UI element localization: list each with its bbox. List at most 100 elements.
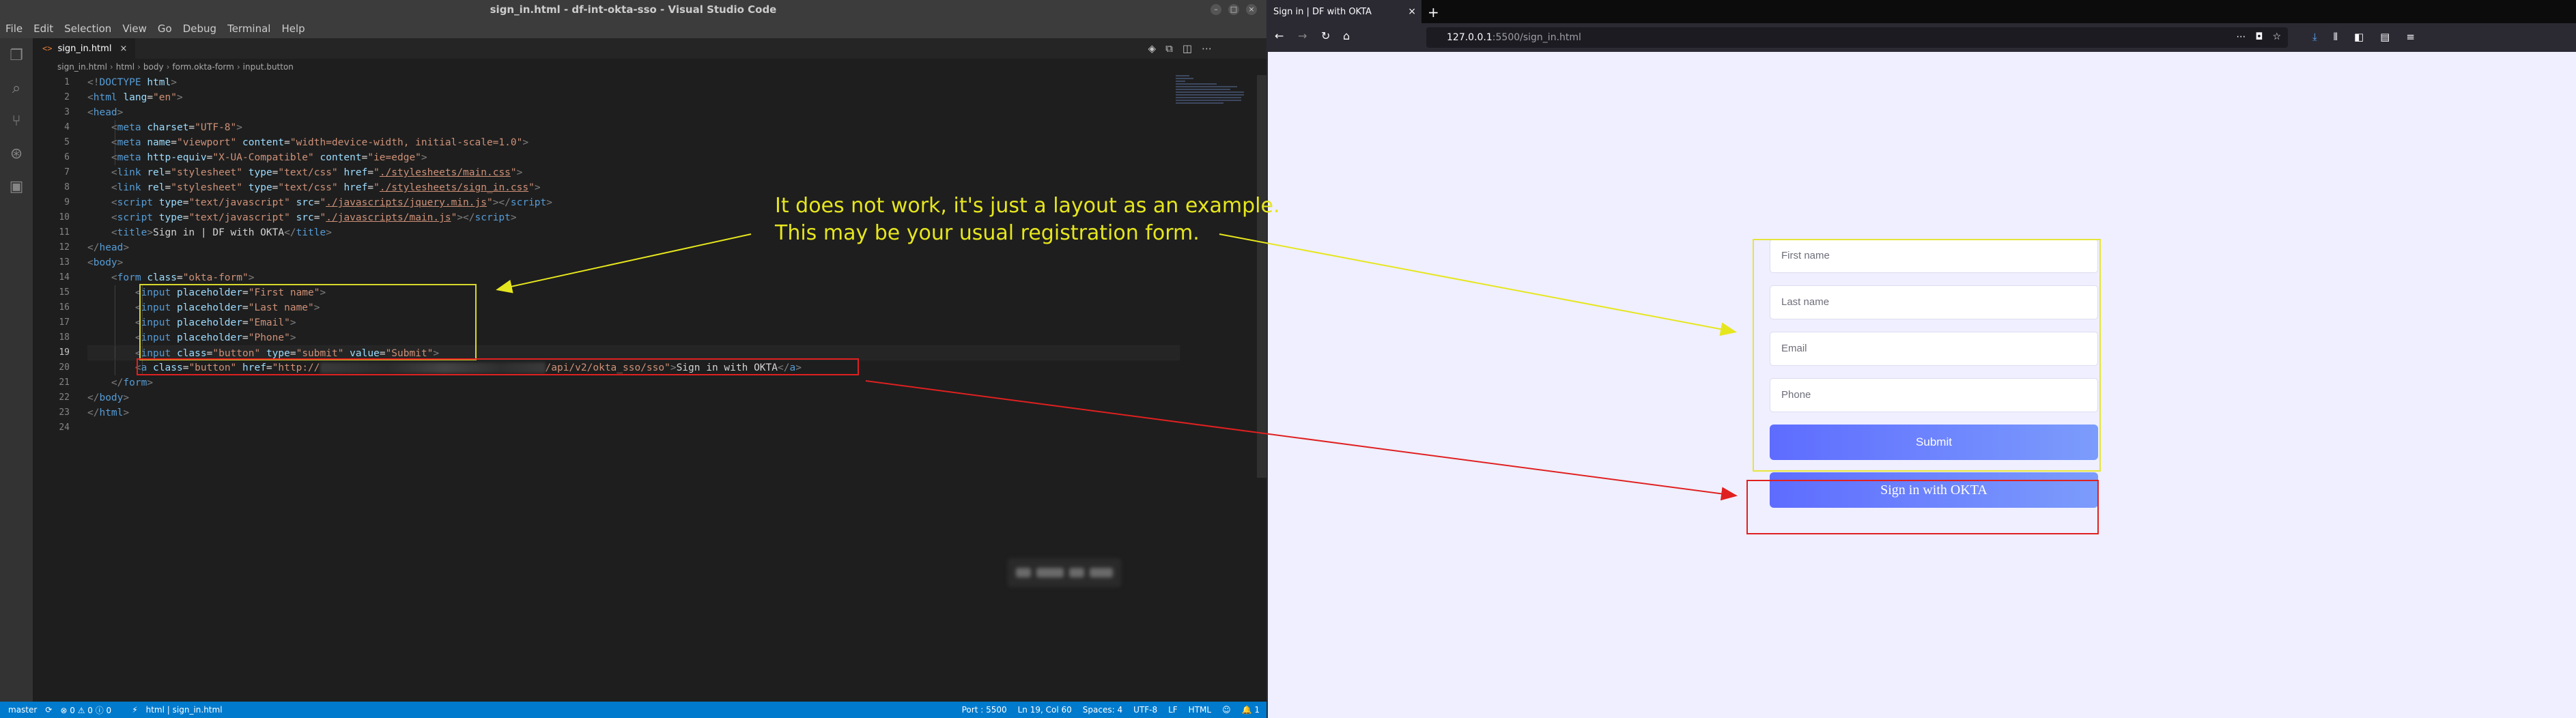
menu-go[interactable]: Go — [158, 23, 172, 35]
minimap-line — [1176, 97, 1241, 98]
code-line: <head> — [87, 107, 124, 118]
line-number: 23 — [59, 407, 70, 418]
breadcrumb-item[interactable]: sign_in.html — [57, 62, 107, 72]
minimap-line — [1176, 89, 1230, 90]
git-branch[interactable]: master — [8, 705, 37, 715]
minimap[interactable] — [1176, 75, 1254, 130]
line-number: 9 — [64, 197, 70, 207]
language-mode[interactable]: HTML — [1189, 705, 1211, 715]
code-line: <html lang="en"> — [87, 92, 183, 103]
menu-debug[interactable]: Debug — [183, 23, 216, 35]
breadcrumb-item[interactable]: form.okta-form — [172, 62, 233, 72]
new-tab-icon[interactable]: + — [1428, 4, 1439, 20]
search-icon[interactable]: ⌕ — [8, 81, 25, 97]
line-number: 5 — [64, 137, 70, 147]
line-number: 22 — [59, 392, 70, 403]
extensions-icon[interactable]: ▣ — [8, 179, 25, 195]
source-diff-icon[interactable]: ◈ — [1148, 42, 1157, 55]
sync-icon[interactable]: ⟳ — [45, 705, 52, 715]
blurred-notification — [1008, 558, 1121, 587]
activity-bar: ❐ ⌕ ⑂ ⊛ ▣ ⚙ — [0, 38, 33, 718]
line-number: 20 — [59, 362, 70, 373]
minimize-icon[interactable]: – — [1211, 4, 1221, 15]
tab-close-icon[interactable]: × — [1408, 6, 1416, 17]
minimap-line — [1176, 83, 1217, 85]
notifications-bell[interactable]: 🔔 1 — [1242, 705, 1260, 715]
live-server-port[interactable]: Port : 5500 — [962, 705, 1007, 715]
line-number: 18 — [59, 332, 70, 343]
menu-selection[interactable]: Selection — [64, 23, 111, 35]
extension-icon[interactable]: ▤ — [2380, 31, 2390, 43]
line-number: 24 — [59, 422, 70, 433]
firefox-window: Sign in | DF with OKTA × + ← → ↻ ⌂ 127.0… — [1266, 0, 2576, 718]
page-actions-icon[interactable]: ⋯ — [2236, 31, 2246, 42]
vscode-titlebar: sign_in.html - df-int-okta-sso - Visual … — [0, 0, 1266, 19]
line-number: 15 — [59, 287, 70, 298]
close-icon[interactable]: × — [1246, 4, 1257, 15]
tab-label: sign_in.html — [57, 43, 112, 54]
forward-icon[interactable]: → — [1298, 29, 1307, 42]
split-editor-icon[interactable]: ◫ — [1183, 42, 1192, 55]
breadcrumb-item[interactable]: body — [143, 62, 164, 72]
browser-tools: ⤓ ⫴ ◧ ▤ ≡ — [2312, 31, 2415, 43]
menu-edit[interactable]: Edit — [33, 23, 53, 35]
downloads-icon[interactable]: ⤓ — [2312, 31, 2317, 43]
vertical-scrollbar[interactable] — [1257, 75, 1266, 478]
reload-icon[interactable]: ↻ — [1321, 29, 1330, 42]
line-number-active: 19 — [59, 347, 70, 358]
menu-view[interactable]: View — [122, 23, 147, 35]
back-icon[interactable]: ← — [1275, 29, 1284, 42]
highlight-box-form-inputs — [139, 284, 477, 360]
url-bar[interactable]: 127.0.0.1 :5500/sign_in.html ⋯ ◘ ☆ — [1426, 27, 2288, 48]
tab-close-icon[interactable]: × — [119, 44, 127, 54]
breadcrumb-item[interactable]: html — [116, 62, 135, 72]
line-number: 7 — [64, 167, 70, 177]
problems-count[interactable]: ⊗ 0 ⚠ 0 ⓘ 0 — [60, 704, 111, 716]
browser-toolbar: ← → ↻ ⌂ 127.0.0.1 :5500/sign_in.html ⋯ ◘… — [1268, 23, 2576, 52]
home-icon[interactable]: ⌂ — [1343, 29, 1350, 42]
highlight-box-okta-link — [137, 358, 859, 375]
menu-help[interactable]: Help — [281, 23, 305, 35]
html-file-icon: <> — [42, 44, 53, 53]
debug-icon[interactable]: ⊛ — [8, 146, 25, 162]
library-icon[interactable]: ⫴ — [2334, 31, 2338, 43]
code-line: <meta name="viewport" content="width=dev… — [111, 137, 529, 148]
bookmark-star-icon[interactable]: ☆ — [2272, 31, 2281, 42]
line-number: 11 — [59, 227, 70, 238]
encoding[interactable]: UTF-8 — [1133, 705, 1157, 715]
line-number: 8 — [64, 182, 70, 192]
window-controls: – □ × — [1211, 4, 1257, 15]
code-editor[interactable]: <!DOCTYPE html> <html lang="en"> <head> … — [87, 75, 1180, 435]
menu-terminal[interactable]: Terminal — [227, 23, 270, 35]
more-actions-icon[interactable]: ⋯ — [1202, 42, 1212, 55]
menu-icon[interactable]: ≡ — [2406, 31, 2415, 43]
breadcrumb: sign_in.html › html › body › form.okta-form… — [33, 59, 1234, 75]
open-preview-icon[interactable]: ⧉ — [1165, 42, 1173, 55]
cursor-position[interactable]: Ln 19, Col 60 — [1018, 705, 1072, 715]
sidebar-icon[interactable]: ◧ — [2354, 31, 2364, 43]
indentation[interactable]: Spaces: 4 — [1083, 705, 1122, 715]
smiley-icon[interactable]: ☺ — [1222, 705, 1231, 715]
minimap-line — [1176, 78, 1193, 79]
code-line: <!DOCTYPE html> — [87, 77, 177, 88]
minimap-line — [1176, 102, 1223, 104]
minimap-line — [1176, 86, 1237, 87]
url-bar-icons: ⋯ ◘ ☆ — [2236, 31, 2281, 42]
files-icon[interactable]: ❐ — [8, 48, 25, 64]
bolt-icon[interactable]: ⚡ — [132, 705, 137, 715]
breadcrumb-item[interactable]: input.button — [243, 62, 294, 72]
browser-tab-title: Sign in | DF with OKTA — [1273, 6, 1372, 17]
maximize-icon[interactable]: □ — [1228, 4, 1239, 15]
annotation-line-2: This may be your usual registration form… — [775, 221, 1200, 245]
status-breadcrumb: html | sign_in.html — [145, 705, 223, 715]
source-control-icon[interactable]: ⑂ — [8, 113, 25, 130]
menu-file[interactable]: File — [5, 23, 23, 35]
browser-tab[interactable]: Sign in | DF with OKTA × — [1268, 0, 1421, 23]
end-of-line[interactable]: LF — [1168, 705, 1178, 715]
line-number: 3 — [64, 107, 70, 117]
pocket-icon[interactable]: ◘ — [2255, 31, 2263, 42]
tab-sign-in-html[interactable]: <> sign_in.html × — [33, 38, 135, 59]
line-number: 13 — [59, 257, 70, 268]
code-line: <link rel="stylesheet" type="text/css" h… — [111, 167, 523, 178]
